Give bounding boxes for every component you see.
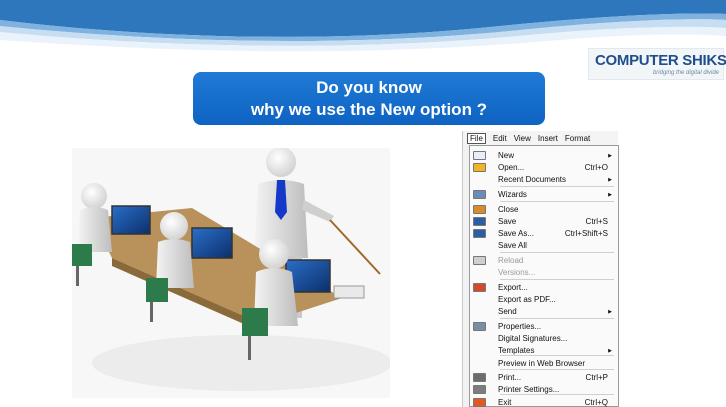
menu-item-label: Save — [498, 217, 517, 226]
menu-separator — [500, 369, 614, 370]
menu-item-templates[interactable]: Templates ▶ — [470, 345, 618, 356]
question-line-2: why we use the New option ? — [250, 100, 488, 119]
menu-item-label: Properties... — [498, 322, 542, 331]
menu-item-export[interactable]: Export... — [470, 282, 618, 293]
menu-item-label: New — [498, 151, 515, 160]
reload-icon — [473, 256, 486, 265]
menu-item-print[interactable]: Print... Ctrl+P — [470, 372, 618, 383]
menu-item-icon-spacer — [473, 359, 486, 368]
menu-item-label: Open... — [498, 163, 525, 172]
menu-item-wizards[interactable]: Wizards ▶ — [470, 189, 618, 200]
menu-item-shortcut: Ctrl+S — [585, 217, 608, 226]
submenu-arrow-icon: ▶ — [608, 152, 612, 159]
question-line-1: Do you know — [316, 78, 422, 97]
question-banner: Do you know why we use the New option ? — [193, 72, 545, 125]
menu-edit[interactable]: Edit — [493, 134, 507, 143]
menu-separator — [500, 279, 614, 280]
exit-icon — [473, 398, 486, 407]
menu-item-label: Exit — [498, 398, 512, 407]
menu-item-shortcut: Ctrl+Shift+S — [564, 229, 608, 238]
submenu-arrow-icon: ▶ — [608, 308, 612, 315]
menu-item-send[interactable]: Send ▶ — [470, 306, 618, 317]
menu-item-shortcut: Ctrl+O — [584, 163, 608, 172]
menu-item-icon-spacer — [473, 334, 486, 343]
menu-item-label: Save As... — [498, 229, 535, 238]
menu-item-icon-spacer — [473, 175, 486, 184]
save-icon — [473, 217, 486, 226]
submenu-arrow-icon: ▶ — [608, 176, 612, 183]
submenu-arrow-icon: ▶ — [608, 191, 612, 198]
brand-logo: COMPUTER SHIKSHA bridging the digital di… — [588, 48, 726, 80]
menu-item-preview-in-web-browser[interactable]: Preview in Web Browser — [470, 358, 618, 369]
close-document-icon — [473, 205, 486, 214]
menu-view[interactable]: View — [514, 134, 531, 143]
menu-item-icon-spacer — [473, 346, 486, 355]
save-as-icon — [473, 229, 486, 238]
menu-item-label: Close — [498, 205, 519, 214]
menu-item-label: Export... — [498, 283, 528, 292]
new-document-icon — [473, 151, 486, 160]
menu-item-save-all[interactable]: Save All — [470, 240, 618, 251]
menu-item-label: Templates — [498, 346, 535, 355]
menu-item-close[interactable]: Close — [470, 204, 618, 215]
menu-separator — [500, 318, 614, 319]
logo-text: COMPUTER SHIKSHA — [595, 52, 726, 69]
submenu-arrow-icon: ▶ — [608, 347, 612, 354]
print-icon — [473, 373, 486, 382]
menu-item-save-as[interactable]: Save As... Ctrl+Shift+S — [470, 228, 618, 239]
menu-item-shortcut: Ctrl+P — [585, 373, 608, 382]
menu-separator — [500, 252, 614, 253]
menu-file[interactable]: File — [467, 132, 486, 144]
menu-item-label: Export as PDF... — [498, 295, 556, 304]
menu-item-recent-documents[interactable]: Recent Documents ▶ — [470, 174, 618, 185]
properties-icon — [473, 322, 486, 331]
menu-item-icon-spacer — [473, 295, 486, 304]
menu-item-exit[interactable]: Exit Ctrl+Q — [470, 397, 618, 407]
printer-settings-icon — [473, 385, 486, 394]
logo-tagline: bridging the digital divide — [652, 70, 719, 76]
menu-bar: File Edit View Insert Format — [463, 131, 618, 145]
menu-item-label: Save All — [498, 241, 527, 250]
menu-item-label: Printer Settings... — [498, 385, 560, 394]
menu-item-printer-settings[interactable]: Printer Settings... — [470, 384, 618, 395]
menu-item-new[interactable]: New ▶ — [470, 150, 618, 161]
menu-item-label: Preview in Web Browser — [498, 359, 585, 368]
export-icon — [473, 283, 486, 292]
menu-separator — [500, 201, 614, 202]
menu-item-label: Recent Documents — [498, 175, 567, 184]
menu-format[interactable]: Format — [565, 134, 590, 143]
menu-item-shortcut: Ctrl+Q — [584, 398, 608, 407]
menu-item-digital-signatures[interactable]: Digital Signatures... — [470, 333, 618, 344]
menu-item-versions: Versions... — [470, 267, 618, 278]
file-dropdown-menu: New ▶ Open... Ctrl+O Recent Documents ▶ Wizard… — [469, 145, 619, 407]
classroom-illustration — [72, 148, 390, 398]
menu-item-open[interactable]: Open... Ctrl+O — [470, 162, 618, 173]
menu-item-save[interactable]: Save Ctrl+S — [470, 216, 618, 227]
menu-item-label: Digital Signatures... — [498, 334, 568, 343]
file-menu-screenshot: File Edit View Insert Format New ▶ Open...… — [462, 131, 619, 407]
menu-item-label: Print... — [498, 373, 522, 382]
menu-item-icon-spacer — [473, 241, 486, 250]
menu-item-export-as-pdf[interactable]: Export as PDF... — [470, 294, 618, 305]
menu-item-label: Wizards — [498, 190, 527, 199]
menu-item-reload: Reload — [470, 255, 618, 266]
menu-insert[interactable]: Insert — [538, 134, 558, 143]
menu-item-label: Reload — [498, 256, 524, 265]
menu-item-icon-spacer — [473, 268, 486, 277]
menu-separator — [500, 186, 614, 187]
wizard-icon — [473, 190, 486, 199]
menu-item-icon-spacer — [473, 307, 486, 316]
open-folder-icon — [473, 163, 486, 172]
menu-item-properties[interactable]: Properties... — [470, 321, 618, 332]
menu-item-label: Versions... — [498, 268, 536, 277]
menu-item-label: Send — [498, 307, 517, 316]
